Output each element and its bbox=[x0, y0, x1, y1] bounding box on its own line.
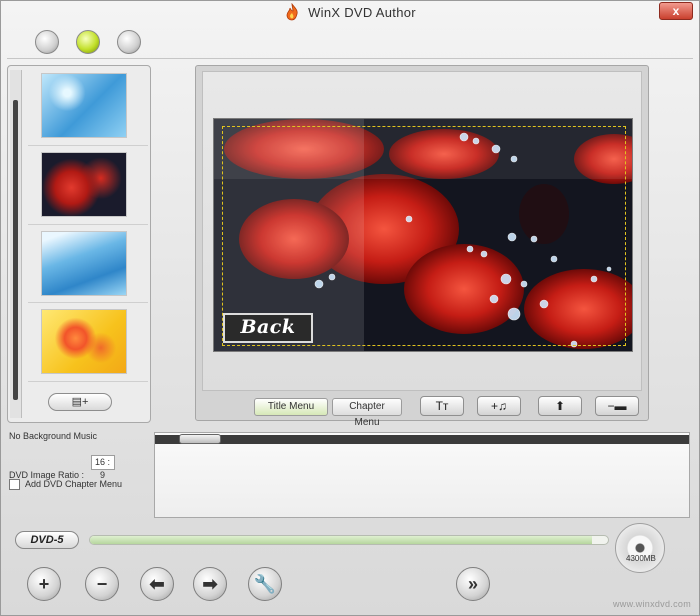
close-button[interactable]: x bbox=[659, 2, 693, 20]
app-window: WinX DVD Author x ▤+ Back Title Menu Cha… bbox=[0, 0, 700, 616]
capacity-progress-fill bbox=[90, 536, 593, 544]
add-menu-template-button[interactable]: ▤+ bbox=[48, 393, 112, 411]
music-timeline-panel bbox=[154, 432, 690, 518]
winx-logo-icon bbox=[286, 3, 298, 21]
menu-tabs-bar: Title Menu Chapter Menu Tт +♫ ⬆ −▬ bbox=[196, 393, 648, 428]
remove-video-button[interactable]: − bbox=[85, 567, 119, 601]
chapter-menu-row: Add DVD Chapter Menu bbox=[9, 479, 149, 503]
disc-icon: 4300MB bbox=[615, 523, 665, 573]
tab-chapter-menu[interactable]: Chapter Menu bbox=[332, 398, 402, 428]
background-music-label: No Background Music bbox=[9, 431, 98, 441]
mode-selector bbox=[7, 25, 693, 59]
disc-size-label: 4300MB bbox=[626, 554, 656, 563]
add-video-button[interactable]: + bbox=[27, 567, 61, 601]
template-scrollbar[interactable] bbox=[10, 70, 22, 418]
menu-template-panel: ▤+ bbox=[7, 65, 151, 423]
disc-type-button[interactable]: DVD-5 bbox=[15, 531, 79, 549]
template-thumbnail[interactable] bbox=[41, 152, 127, 217]
move-left-button[interactable]: ⬅ bbox=[140, 567, 174, 601]
template-thumbnail[interactable] bbox=[41, 73, 127, 138]
add-music-button[interactable]: +♫ bbox=[477, 396, 521, 416]
divider bbox=[28, 145, 148, 146]
divider bbox=[28, 302, 148, 303]
app-title: WinX DVD Author bbox=[308, 4, 416, 20]
move-right-button[interactable]: ➡ bbox=[193, 567, 227, 601]
mode-orb-1[interactable] bbox=[35, 30, 59, 54]
template-thumbnail[interactable] bbox=[41, 231, 127, 296]
dvd-options: No Background Music DVD Image Ratio : 16… bbox=[9, 431, 149, 503]
capacity-progress bbox=[89, 535, 609, 545]
add-text-button[interactable]: Tт bbox=[420, 396, 464, 416]
add-chapter-menu-label: Add DVD Chapter Menu bbox=[25, 479, 123, 489]
music-timeline-slider[interactable] bbox=[179, 434, 221, 444]
remove-element-button[interactable]: −▬ bbox=[595, 396, 639, 416]
settings-wrench-button[interactable]: 🔧 bbox=[248, 567, 282, 601]
image-ratio-row: DVD Image Ratio : 16 : 9 bbox=[9, 455, 149, 480]
next-step-button[interactable]: » bbox=[456, 567, 490, 601]
menu-back-button[interactable]: Back bbox=[223, 313, 313, 343]
music-timeline-track[interactable] bbox=[155, 434, 689, 444]
watermark-text: www.winxdvd.com bbox=[612, 599, 691, 609]
menu-preview-panel: Back Title Menu Chapter Menu Tт +♫ ⬆ −▬ bbox=[195, 65, 649, 428]
divider bbox=[28, 381, 148, 382]
disc-capacity-bar: DVD-5 4300MB bbox=[11, 523, 691, 573]
move-up-button[interactable]: ⬆ bbox=[538, 396, 582, 416]
mode-orb-2-active[interactable] bbox=[76, 30, 100, 54]
mode-orb-3[interactable] bbox=[117, 30, 141, 54]
template-scrollbar-thumb[interactable] bbox=[13, 100, 18, 400]
title-bar: WinX DVD Author x bbox=[1, 1, 699, 23]
preview-frame: Back bbox=[202, 71, 642, 391]
menu-preview-canvas[interactable]: Back bbox=[213, 118, 633, 352]
image-ratio-select[interactable]: 16 : 9 bbox=[90, 455, 115, 480]
divider bbox=[28, 224, 148, 225]
tab-title-menu[interactable]: Title Menu bbox=[254, 398, 328, 416]
add-chapter-menu-checkbox[interactable] bbox=[9, 479, 20, 491]
template-thumbnail[interactable] bbox=[41, 309, 127, 374]
